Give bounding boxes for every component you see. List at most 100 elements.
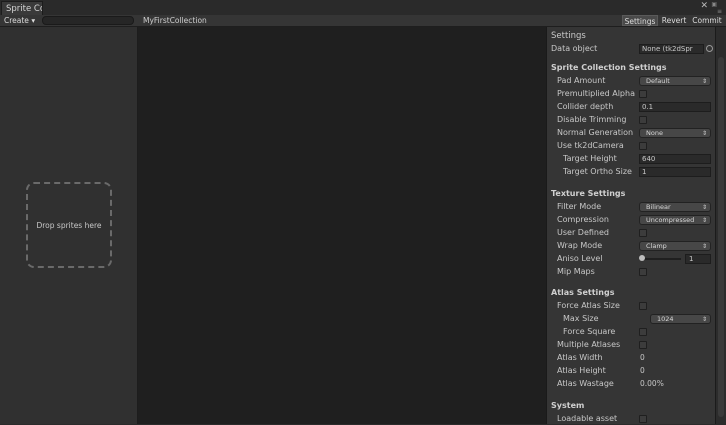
filter-mode-select[interactable]: Bilinear ⇕: [639, 202, 711, 212]
scrollbar-thumb[interactable]: [718, 57, 724, 417]
aniso-level-slider-handle[interactable]: [639, 255, 645, 261]
multiple-atlases-checkbox[interactable]: [639, 341, 647, 349]
compression-value: Uncompressed: [646, 216, 695, 224]
atlas-height-label: Atlas Height: [557, 366, 606, 375]
window-controls: ▣ ≡: [709, 0, 723, 15]
max-size-label: Max Size: [563, 314, 599, 323]
max-size-select[interactable]: 1024 ⇕: [650, 314, 711, 324]
mip-maps-checkbox[interactable]: [639, 268, 647, 276]
compression-label: Compression: [557, 215, 609, 224]
section-texture: Texture Settings: [551, 189, 626, 198]
drop-zone-label: Drop sprites here: [36, 221, 102, 230]
user-defined-label: User Defined: [557, 228, 609, 237]
pad-amount-select[interactable]: Default ⇕: [639, 76, 711, 86]
compression-row: Compression Uncompressed ⇕: [547, 214, 716, 226]
normal-generation-label: Normal Generation: [557, 128, 634, 137]
target-ortho-size-field[interactable]: 1: [639, 167, 711, 177]
target-height-row: Target Height 640: [547, 153, 716, 165]
collider-depth-field[interactable]: 0.1: [639, 102, 711, 112]
atlas-wastage-value: 0.00%: [640, 379, 664, 388]
data-object-row: Data object None (tk2dSpr: [547, 43, 716, 55]
atlas-height-value: 0: [640, 366, 645, 375]
select-arrows-icon: ⇕: [701, 316, 707, 323]
premultiplied-alpha-label: Premultiplied Alpha: [557, 89, 635, 98]
force-atlas-size-checkbox[interactable]: [639, 302, 647, 310]
user-defined-checkbox[interactable]: [639, 229, 647, 237]
sprite-list-pane[interactable]: Drop sprites here: [0, 27, 138, 424]
aniso-level-field[interactable]: 1: [685, 254, 711, 264]
atlas-height-row: Atlas Height 0: [547, 365, 716, 377]
pad-amount-row: Pad Amount Default ⇕: [547, 75, 716, 87]
settings-scrollbar[interactable]: [715, 27, 726, 424]
collection-name: MyFirstCollection: [143, 16, 207, 25]
atlas-wastage-label: Atlas Wastage: [557, 379, 614, 388]
atlas-width-label: Atlas Width: [557, 353, 603, 362]
force-atlas-size-row: Force Atlas Size: [547, 300, 716, 312]
create-menu-button[interactable]: Create ▾: [4, 15, 35, 26]
target-height-field[interactable]: 640: [639, 154, 711, 164]
settings-title: Settings: [551, 31, 586, 41]
multiple-atlases-label: Multiple Atlases: [557, 340, 621, 349]
filter-mode-value: Bilinear: [646, 203, 671, 211]
settings-button[interactable]: Settings: [622, 15, 658, 26]
select-arrows-icon: ⇕: [701, 243, 707, 250]
loadable-asset-row: Loadable asset: [547, 413, 716, 425]
object-picker-icon[interactable]: [706, 45, 713, 52]
disable-trimming-label: Disable Trimming: [557, 115, 627, 124]
target-ortho-size-row: Target Ortho Size 1: [547, 166, 716, 178]
pad-amount-label: Pad Amount: [557, 76, 606, 85]
compression-select[interactable]: Uncompressed ⇕: [639, 215, 711, 225]
loadable-asset-label: Loadable asset: [557, 414, 618, 423]
toolbar: Create ▾ MyFirstCollection Settings Reve…: [0, 15, 726, 27]
section-system: System: [551, 401, 585, 410]
premultiplied-alpha-checkbox[interactable]: [639, 90, 647, 98]
settings-panel: Settings Data object None (tk2dSpr Sprit…: [546, 27, 715, 424]
max-size-row: Max Size 1024 ⇕: [547, 313, 716, 325]
menu-icon[interactable]: ≡: [717, 8, 722, 15]
filter-mode-row: Filter Mode Bilinear ⇕: [547, 201, 716, 213]
wrap-mode-select[interactable]: Clamp ⇕: [639, 241, 711, 251]
pad-amount-value: Default: [646, 77, 670, 85]
target-height-label: Target Height: [563, 154, 617, 163]
premultiplied-alpha-row: Premultiplied Alpha: [547, 88, 716, 100]
lock-icon[interactable]: ▣: [711, 1, 717, 8]
force-square-checkbox[interactable]: [639, 328, 647, 336]
select-arrows-icon: ⇕: [701, 217, 707, 224]
dropdown-arrow-icon: ▾: [31, 16, 36, 25]
window-tab[interactable]: Sprite Co: [1, 1, 43, 15]
wrap-mode-label: Wrap Mode: [557, 241, 603, 250]
force-square-row: Force Square: [547, 326, 716, 338]
data-object-field[interactable]: None (tk2dSpr: [639, 44, 704, 54]
force-square-label: Force Square: [563, 327, 616, 336]
preview-pane: [138, 27, 546, 424]
wrap-mode-value: Clamp: [646, 242, 667, 250]
commit-button[interactable]: Commit: [690, 15, 724, 26]
use-tk2dcamera-checkbox[interactable]: [639, 142, 647, 150]
atlas-width-row: Atlas Width 0: [547, 352, 716, 364]
search-input[interactable]: [42, 16, 134, 25]
revert-button[interactable]: Revert: [659, 15, 689, 26]
disable-trimming-checkbox[interactable]: [639, 116, 647, 124]
aniso-level-slider-track[interactable]: [643, 258, 681, 260]
atlas-wastage-row: Atlas Wastage 0.00%: [547, 378, 716, 390]
filter-mode-label: Filter Mode: [557, 202, 602, 211]
wrap-mode-row: Wrap Mode Clamp ⇕: [547, 240, 716, 252]
use-tk2dcamera-row: Use tk2dCamera: [547, 140, 716, 152]
drop-zone[interactable]: Drop sprites here: [26, 182, 112, 268]
collider-depth-label: Collider depth: [557, 102, 614, 111]
use-tk2dcamera-label: Use tk2dCamera: [557, 141, 624, 150]
mip-maps-label: Mip Maps: [557, 267, 595, 276]
aniso-level-row: Aniso Level 1: [547, 253, 716, 265]
normal-generation-select[interactable]: None ⇕: [639, 128, 711, 138]
close-icon[interactable]: ✕: [700, 1, 708, 11]
atlas-width-value: 0: [640, 353, 645, 362]
section-sprite-collection: Sprite Collection Settings: [551, 63, 667, 72]
multiple-atlases-row: Multiple Atlases: [547, 339, 716, 351]
loadable-asset-checkbox[interactable]: [639, 415, 647, 423]
select-arrows-icon: ⇕: [701, 78, 707, 85]
force-atlas-size-label: Force Atlas Size: [557, 301, 620, 310]
window-title-bar: Sprite Co ▣ ≡ ✕: [0, 0, 726, 15]
select-arrows-icon: ⇕: [701, 130, 707, 137]
select-arrows-icon: ⇕: [701, 204, 707, 211]
mip-maps-row: Mip Maps: [547, 266, 716, 278]
